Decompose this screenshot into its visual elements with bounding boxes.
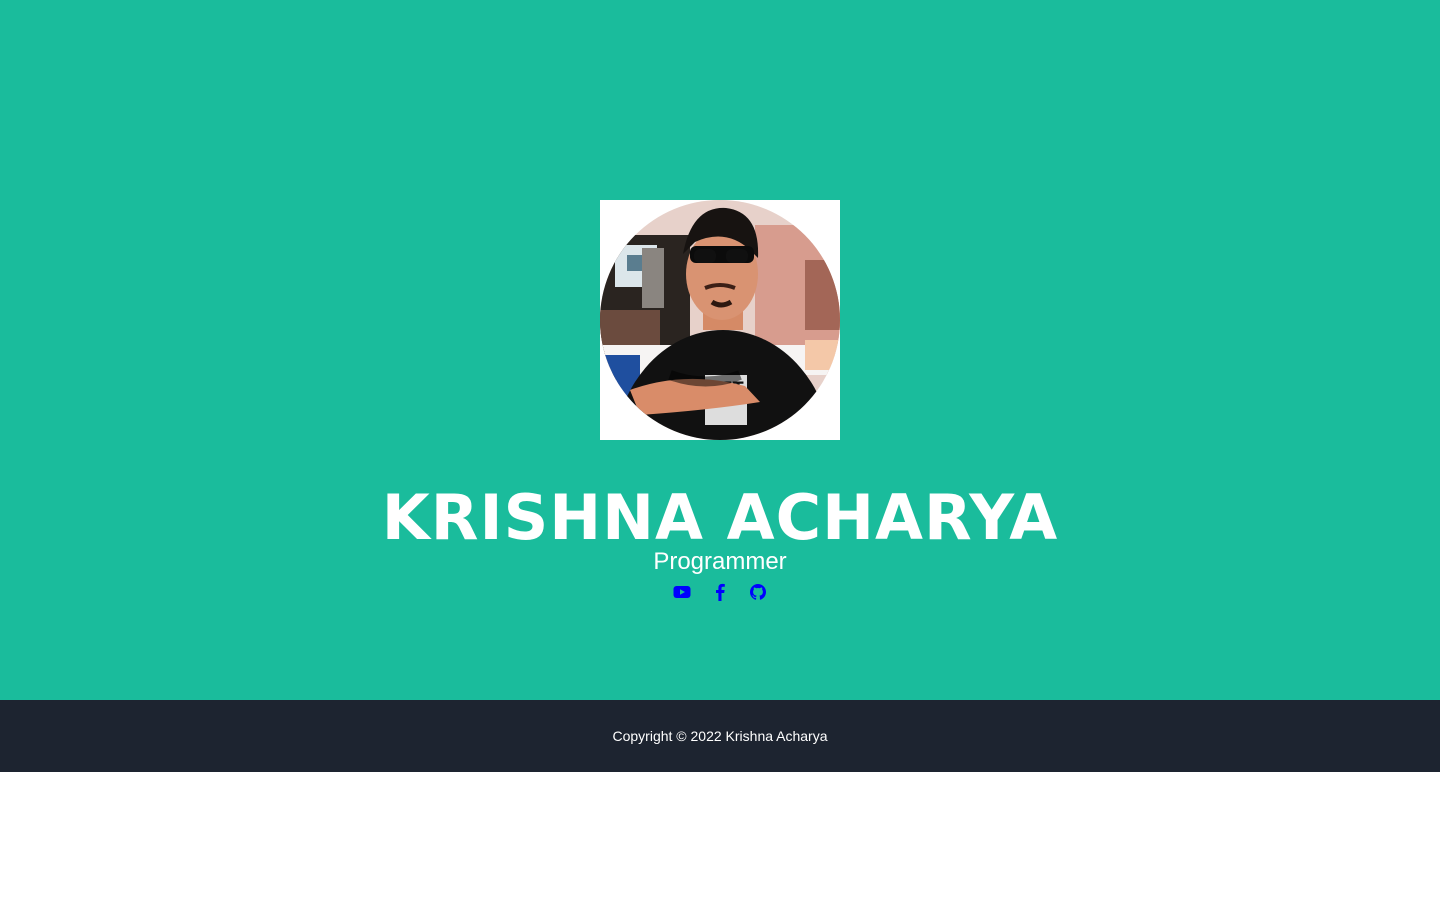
youtube-icon: [673, 586, 691, 598]
facebook-link[interactable]: [711, 580, 729, 604]
profile-role: Programmer: [653, 548, 787, 575]
social-links: [0, 580, 1440, 604]
hero-section: GET KRISHNA ACHARYA Programmer: [0, 0, 1440, 700]
site-footer: Copyright © 2022 Krishna Acharya: [0, 700, 1440, 772]
github-icon: [750, 584, 766, 600]
profile-avatar: GET: [600, 200, 840, 440]
youtube-link[interactable]: [673, 580, 691, 604]
avatar-image: GET: [600, 200, 840, 440]
copyright-text: Copyright © 2022 Krishna Acharya: [612, 728, 828, 744]
facebook-icon: [716, 583, 725, 601]
github-link[interactable]: [749, 580, 767, 604]
